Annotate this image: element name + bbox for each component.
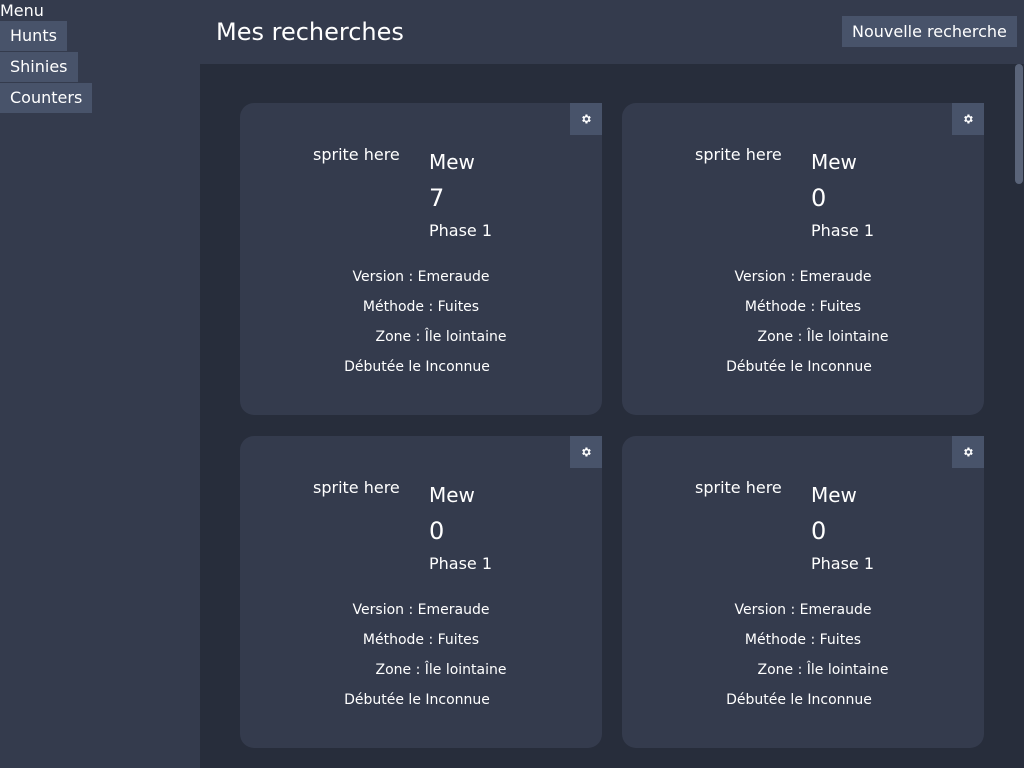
version-info: Version : Emeraude [352, 269, 490, 285]
pokemon-name: Mew [811, 483, 857, 507]
encounter-count: 0 [429, 517, 445, 545]
hunt-card-grid: sprite here Mew 7 Phase 1 Version : Emer… [240, 103, 984, 748]
encounter-count: 7 [429, 184, 445, 212]
zone-info: Zone : Île lointaine [757, 662, 889, 678]
card-settings-button[interactable] [570, 103, 602, 135]
nav-hunts-button[interactable]: Hunts [0, 21, 67, 51]
page-title: Mes recherches [216, 18, 404, 46]
zone-info: Zone : Île lointaine [375, 662, 507, 678]
zone-info: Zone : Île lointaine [757, 329, 889, 345]
card-settings-button[interactable] [952, 103, 984, 135]
method-info: Méthode : Fuites [744, 632, 862, 648]
method-info: Méthode : Fuites [362, 632, 480, 648]
card-settings-button[interactable] [952, 436, 984, 468]
start-date-info: Débutée le Inconnue [344, 359, 490, 375]
scrollbar-thumb[interactable] [1015, 64, 1023, 184]
phase-label: Phase 1 [429, 221, 493, 240]
start-date-info: Débutée le Inconnue [726, 692, 872, 708]
hunt-card: sprite here Mew 0 Phase 1 Version : Emer… [240, 436, 602, 748]
pokemon-name: Mew [429, 483, 475, 507]
pokemon-name: Mew [429, 150, 475, 174]
phase-label: Phase 1 [429, 554, 493, 573]
hunts-list: sprite here Mew 7 Phase 1 Version : Emer… [200, 64, 1014, 768]
gear-icon [582, 447, 591, 457]
sidebar-title: Menu [0, 1, 44, 20]
start-date-info: Débutée le Inconnue [726, 359, 872, 375]
hunt-card: sprite here Mew 0 Phase 1 Version : Emer… [622, 436, 984, 748]
method-info: Méthode : Fuites [744, 299, 862, 315]
method-info: Méthode : Fuites [362, 299, 480, 315]
zone-info: Zone : Île lointaine [375, 329, 507, 345]
phase-label: Phase 1 [811, 554, 875, 573]
gear-icon [582, 114, 591, 124]
nav-shinies-button[interactable]: Shinies [0, 52, 78, 82]
new-search-button[interactable]: Nouvelle recherche [842, 16, 1017, 47]
gear-icon [964, 114, 973, 124]
phase-label: Phase 1 [811, 221, 875, 240]
gear-icon [964, 447, 973, 457]
version-info: Version : Emeraude [352, 602, 490, 618]
sprite-placeholder: sprite here [695, 478, 782, 497]
encounter-count: 0 [811, 517, 827, 545]
header: Mes recherches Nouvelle recherche [200, 0, 1024, 64]
hunt-card: sprite here Mew 7 Phase 1 Version : Emer… [240, 103, 602, 415]
nav-counters-button[interactable]: Counters [0, 83, 93, 113]
sprite-placeholder: sprite here [313, 145, 400, 164]
content-scrollbar[interactable] [1014, 64, 1024, 768]
version-info: Version : Emeraude [734, 602, 872, 618]
sidebar: Menu Hunts Shinies Counters [0, 0, 200, 768]
start-date-info: Débutée le Inconnue [344, 692, 490, 708]
version-info: Version : Emeraude [734, 269, 872, 285]
encounter-count: 0 [811, 184, 827, 212]
sprite-placeholder: sprite here [695, 145, 782, 164]
card-settings-button[interactable] [570, 436, 602, 468]
pokemon-name: Mew [811, 150, 857, 174]
hunt-card: sprite here Mew 0 Phase 1 Version : Emer… [622, 103, 984, 415]
sprite-placeholder: sprite here [313, 478, 400, 497]
